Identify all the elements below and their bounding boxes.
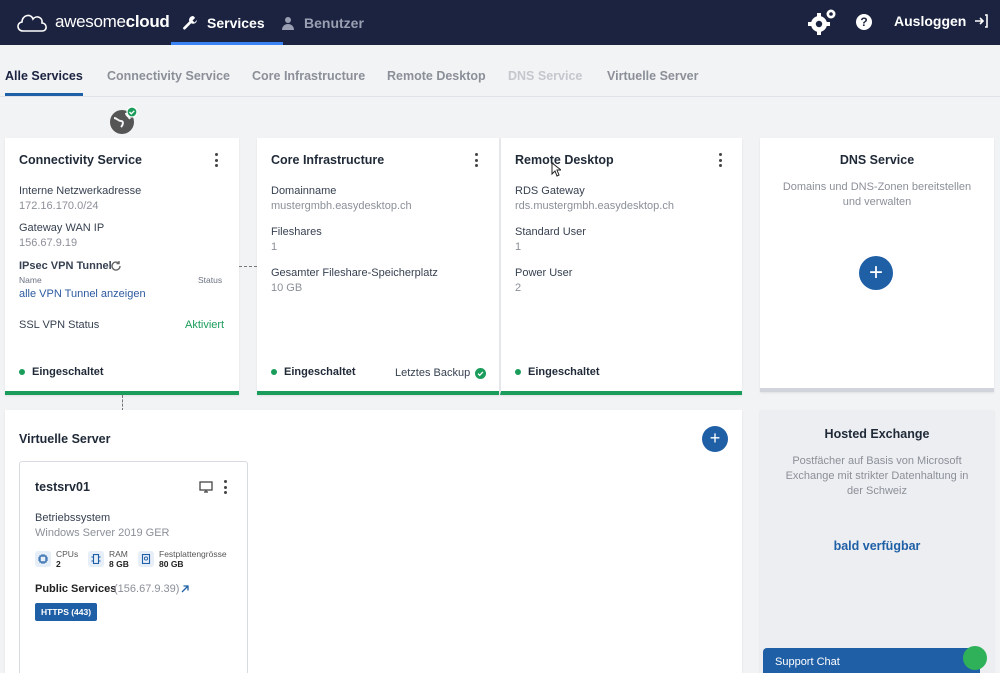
tab-alle-services[interactable]: Alle Services	[5, 69, 83, 96]
network-address-value: 172.16.170.0/24	[19, 200, 99, 212]
external-link-icon[interactable]	[180, 584, 190, 594]
hosted-exchange-card: Hosted Exchange Postfächer auf Basis von…	[760, 410, 994, 673]
logout-button[interactable]: Ausloggen	[894, 13, 989, 29]
refresh-icon[interactable]	[110, 260, 122, 272]
card-title: Hosted Exchange	[824, 427, 930, 441]
vpn-tunnel-link[interactable]: alle VPN Tunnel anzeigen	[19, 288, 146, 300]
standard-user-value: 1	[515, 241, 522, 253]
wrench-icon	[183, 15, 197, 29]
server-name: testsrv01	[35, 480, 90, 494]
add-server-button[interactable]: +	[702, 426, 728, 452]
fileshares-label: Fileshares	[271, 226, 322, 238]
status-indicator: Eingeschaltet	[515, 366, 600, 378]
tab-connectivity-service[interactable]: Connectivity Service	[107, 69, 230, 83]
exchange-description-line3: der Schweiz	[847, 485, 907, 497]
virtual-servers-panel: Virtuelle Server + testsrv01 Betriebssys…	[5, 410, 742, 673]
network-address-label: Interne Netzwerkadresse	[19, 185, 142, 197]
os-value: Windows Server 2019 GER	[35, 527, 170, 539]
more-options-icon[interactable]	[222, 480, 228, 494]
internet-globe-icon	[108, 106, 138, 136]
check-circle-icon	[475, 367, 487, 379]
power-user-value: 2	[515, 282, 522, 294]
storage-value: 10 GB	[271, 282, 303, 294]
tab-remote-desktop[interactable]: Remote Desktop	[387, 69, 486, 83]
wan-ip-value: 156.67.9.19	[19, 237, 78, 249]
ram-spec: RAM 8 GB	[88, 549, 129, 569]
more-options-icon[interactable]	[717, 153, 723, 167]
last-backup-indicator: Letztes Backup	[395, 367, 487, 379]
rds-gateway-value: rds.mustergmbh.easydesktop.ch	[515, 200, 674, 212]
power-user-label: Power User	[515, 267, 573, 279]
dns-description-line1: Domains und DNS-Zonen bereitstellen	[782, 181, 972, 193]
nav-services-label: Services	[207, 14, 265, 31]
tab-dns-service: DNS Service	[508, 69, 583, 83]
fileshares-value: 1	[271, 241, 278, 253]
add-dns-button[interactable]: +	[859, 256, 893, 290]
service-tabs: Alle Services Connectivity Service Core …	[0, 45, 1000, 97]
card-title: Connectivity Service	[19, 153, 142, 167]
server-card[interactable]: testsrv01 Betriebssystem Windows Server …	[19, 461, 248, 673]
more-options-icon[interactable]	[213, 153, 219, 167]
panel-title: Virtuelle Server	[19, 432, 111, 446]
disk-spec: Festplattengrösse 80 GB	[138, 549, 227, 569]
chat-online-indicator	[963, 646, 987, 670]
standard-user-label: Standard User	[515, 226, 586, 238]
domain-value: mustergmbh.easydesktop.ch	[271, 200, 412, 212]
storage-label: Gesamter Fileshare-Speicherplatz	[271, 267, 438, 279]
disk-icon	[138, 551, 154, 567]
card-title: Remote Desktop	[515, 153, 614, 167]
mouse-cursor-icon	[551, 162, 561, 177]
rds-gateway-label: RDS Gateway	[515, 185, 585, 197]
logo-text: awesomecloud	[55, 12, 170, 31]
logout-label: Ausloggen	[894, 13, 967, 29]
user-icon	[282, 16, 294, 30]
dns-description-line2: und verwalten	[842, 196, 912, 208]
public-services-label: Public Services	[35, 583, 117, 595]
status-dot-icon	[271, 369, 277, 375]
availability-text: bald verfügbar	[833, 539, 921, 553]
top-navigation-bar: awesomecloud Services Benutzer ? Auslogg…	[0, 0, 1000, 45]
ram-icon	[88, 551, 104, 567]
wan-ip-label: Gateway WAN IP	[19, 222, 105, 234]
public-services-ip: (156.67.9.39)	[114, 583, 180, 595]
connector-line	[239, 266, 257, 267]
settings-gear-icon[interactable]	[806, 7, 838, 37]
nav-users-label: Benutzer	[304, 14, 364, 31]
tab-virtuelle-server[interactable]: Virtuelle Server	[607, 69, 699, 83]
nav-services[interactable]: Services	[171, 0, 283, 45]
awesomecloud-logo[interactable]: awesomecloud	[14, 8, 170, 36]
status-indicator: Eingeschaltet	[271, 366, 356, 378]
ssl-vpn-label: SSL VPN Status	[19, 319, 100, 331]
https-port-badge[interactable]: HTTPS (443)	[35, 603, 98, 621]
connector-line	[122, 395, 123, 411]
nav-users[interactable]: Benutzer	[281, 0, 364, 45]
exchange-description-line2: Exchange mit strikter Datenhaltung in	[785, 470, 969, 482]
domain-label: Domainname	[271, 185, 337, 197]
card-title: DNS Service	[839, 153, 915, 167]
ssl-vpn-status: Aktiviert	[185, 319, 225, 331]
remote-desktop-card: Remote Desktop RDS Gateway rds.mustergmb…	[500, 138, 742, 395]
status-indicator: Eingeschaltet	[19, 366, 104, 378]
logout-arrow-icon	[975, 14, 989, 28]
column-name-header: Name	[19, 275, 42, 285]
os-label: Betriebssystem	[35, 512, 111, 524]
support-chat-button[interactable]: Support Chat	[763, 648, 980, 673]
core-infrastructure-card: Core Infrastructure Domainname mustergmb…	[257, 138, 499, 395]
tab-core-infrastructure[interactable]: Core Infrastructure	[252, 69, 365, 83]
cloud-logo-icon	[17, 14, 47, 32]
cpu-spec: CPUs 2	[35, 549, 78, 569]
ipsec-label: IPsec VPN Tunnel	[19, 260, 112, 272]
connectivity-service-card: Connectivity Service Interne Netzwerkadr…	[5, 138, 239, 395]
more-options-icon[interactable]	[473, 153, 479, 167]
cpu-icon	[35, 551, 51, 567]
column-status-header: Status	[198, 275, 223, 285]
status-dot-icon	[19, 369, 25, 375]
exchange-description-line1: Postfächer auf Basis von Microsoft	[792, 455, 962, 467]
card-title: Core Infrastructure	[271, 153, 385, 167]
status-dot-icon	[515, 369, 521, 375]
dns-service-card: DNS Service Domains und DNS-Zonen bereit…	[760, 138, 994, 392]
help-icon[interactable]: ?	[856, 14, 872, 30]
monitor-icon[interactable]	[199, 481, 213, 493]
